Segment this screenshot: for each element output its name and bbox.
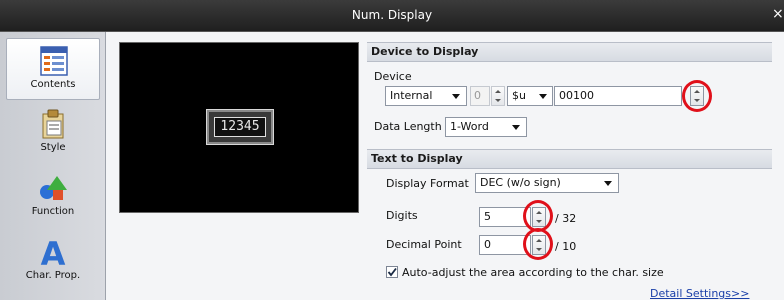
svg-text:A: A	[41, 236, 66, 268]
sidebar-item-function[interactable]: Function	[6, 166, 100, 228]
station-spinner	[491, 86, 505, 106]
preview-canvas: 12345	[119, 42, 359, 213]
highlight-ring	[682, 80, 712, 112]
sidebar-item-label: Contents	[30, 79, 76, 90]
digits-max-label: / 32	[555, 212, 577, 225]
auto-adjust-checkbox[interactable]	[386, 266, 398, 278]
style-icon	[42, 109, 64, 139]
sidebar-item-char-prop[interactable]: A Char. Prop.	[6, 230, 100, 292]
device-label: Device	[374, 70, 412, 83]
display-format-value: DEC (w/o sign)	[480, 176, 561, 189]
station-value: 0	[474, 89, 481, 102]
sidebar-item-label: Function	[31, 206, 75, 217]
chevron-down-icon	[539, 94, 547, 99]
device-section-header: Device to Display	[367, 42, 772, 62]
decimal-point-value: 0	[484, 238, 491, 251]
data-length-value: 1-Word	[450, 120, 489, 133]
memory-type-value: Internal	[390, 89, 433, 102]
data-length-label: Data Length	[374, 120, 442, 133]
window-title: Num. Display	[351, 8, 433, 22]
sidebar-item-contents[interactable]: Contents	[6, 38, 100, 100]
auto-adjust-label: Auto-adjust the area according to the ch…	[402, 266, 664, 279]
sidebar-item-label: Style	[40, 142, 66, 153]
display-format-select[interactable]: DEC (w/o sign)	[475, 173, 619, 193]
address-value: 00100	[559, 89, 594, 102]
function-icon	[40, 176, 67, 200]
sidebar-item-style[interactable]: Style	[6, 102, 100, 164]
display-format-label: Display Format	[386, 177, 469, 190]
num-display-preview: 12345	[206, 109, 274, 145]
contents-icon	[40, 46, 68, 76]
window-titlebar: Num. Display ×	[0, 0, 784, 32]
preview-value: 12345	[214, 117, 266, 137]
station-field: 0	[470, 86, 490, 106]
decimal-point-label: Decimal Point	[386, 238, 462, 251]
text-section-header: Text to Display	[367, 149, 772, 169]
register-type-value: $u	[512, 89, 526, 102]
digits-label: Digits	[386, 209, 418, 222]
chevron-down-icon	[604, 181, 612, 186]
close-icon[interactable]: ×	[772, 6, 784, 22]
sidebar: Contents Style Function A Char. Prop.	[0, 32, 106, 300]
address-field[interactable]: 00100	[554, 86, 682, 106]
chevron-down-icon	[512, 125, 520, 130]
sidebar-item-label: Char. Prop.	[25, 270, 81, 281]
digits-value: 5	[484, 210, 491, 223]
char-prop-icon: A	[41, 236, 66, 268]
decimal-max-label: / 10	[555, 240, 577, 253]
chevron-down-icon	[452, 94, 460, 99]
highlight-ring	[523, 228, 553, 260]
detail-settings-link[interactable]: Detail Settings>>	[650, 287, 749, 300]
checkmark-icon	[387, 267, 397, 277]
